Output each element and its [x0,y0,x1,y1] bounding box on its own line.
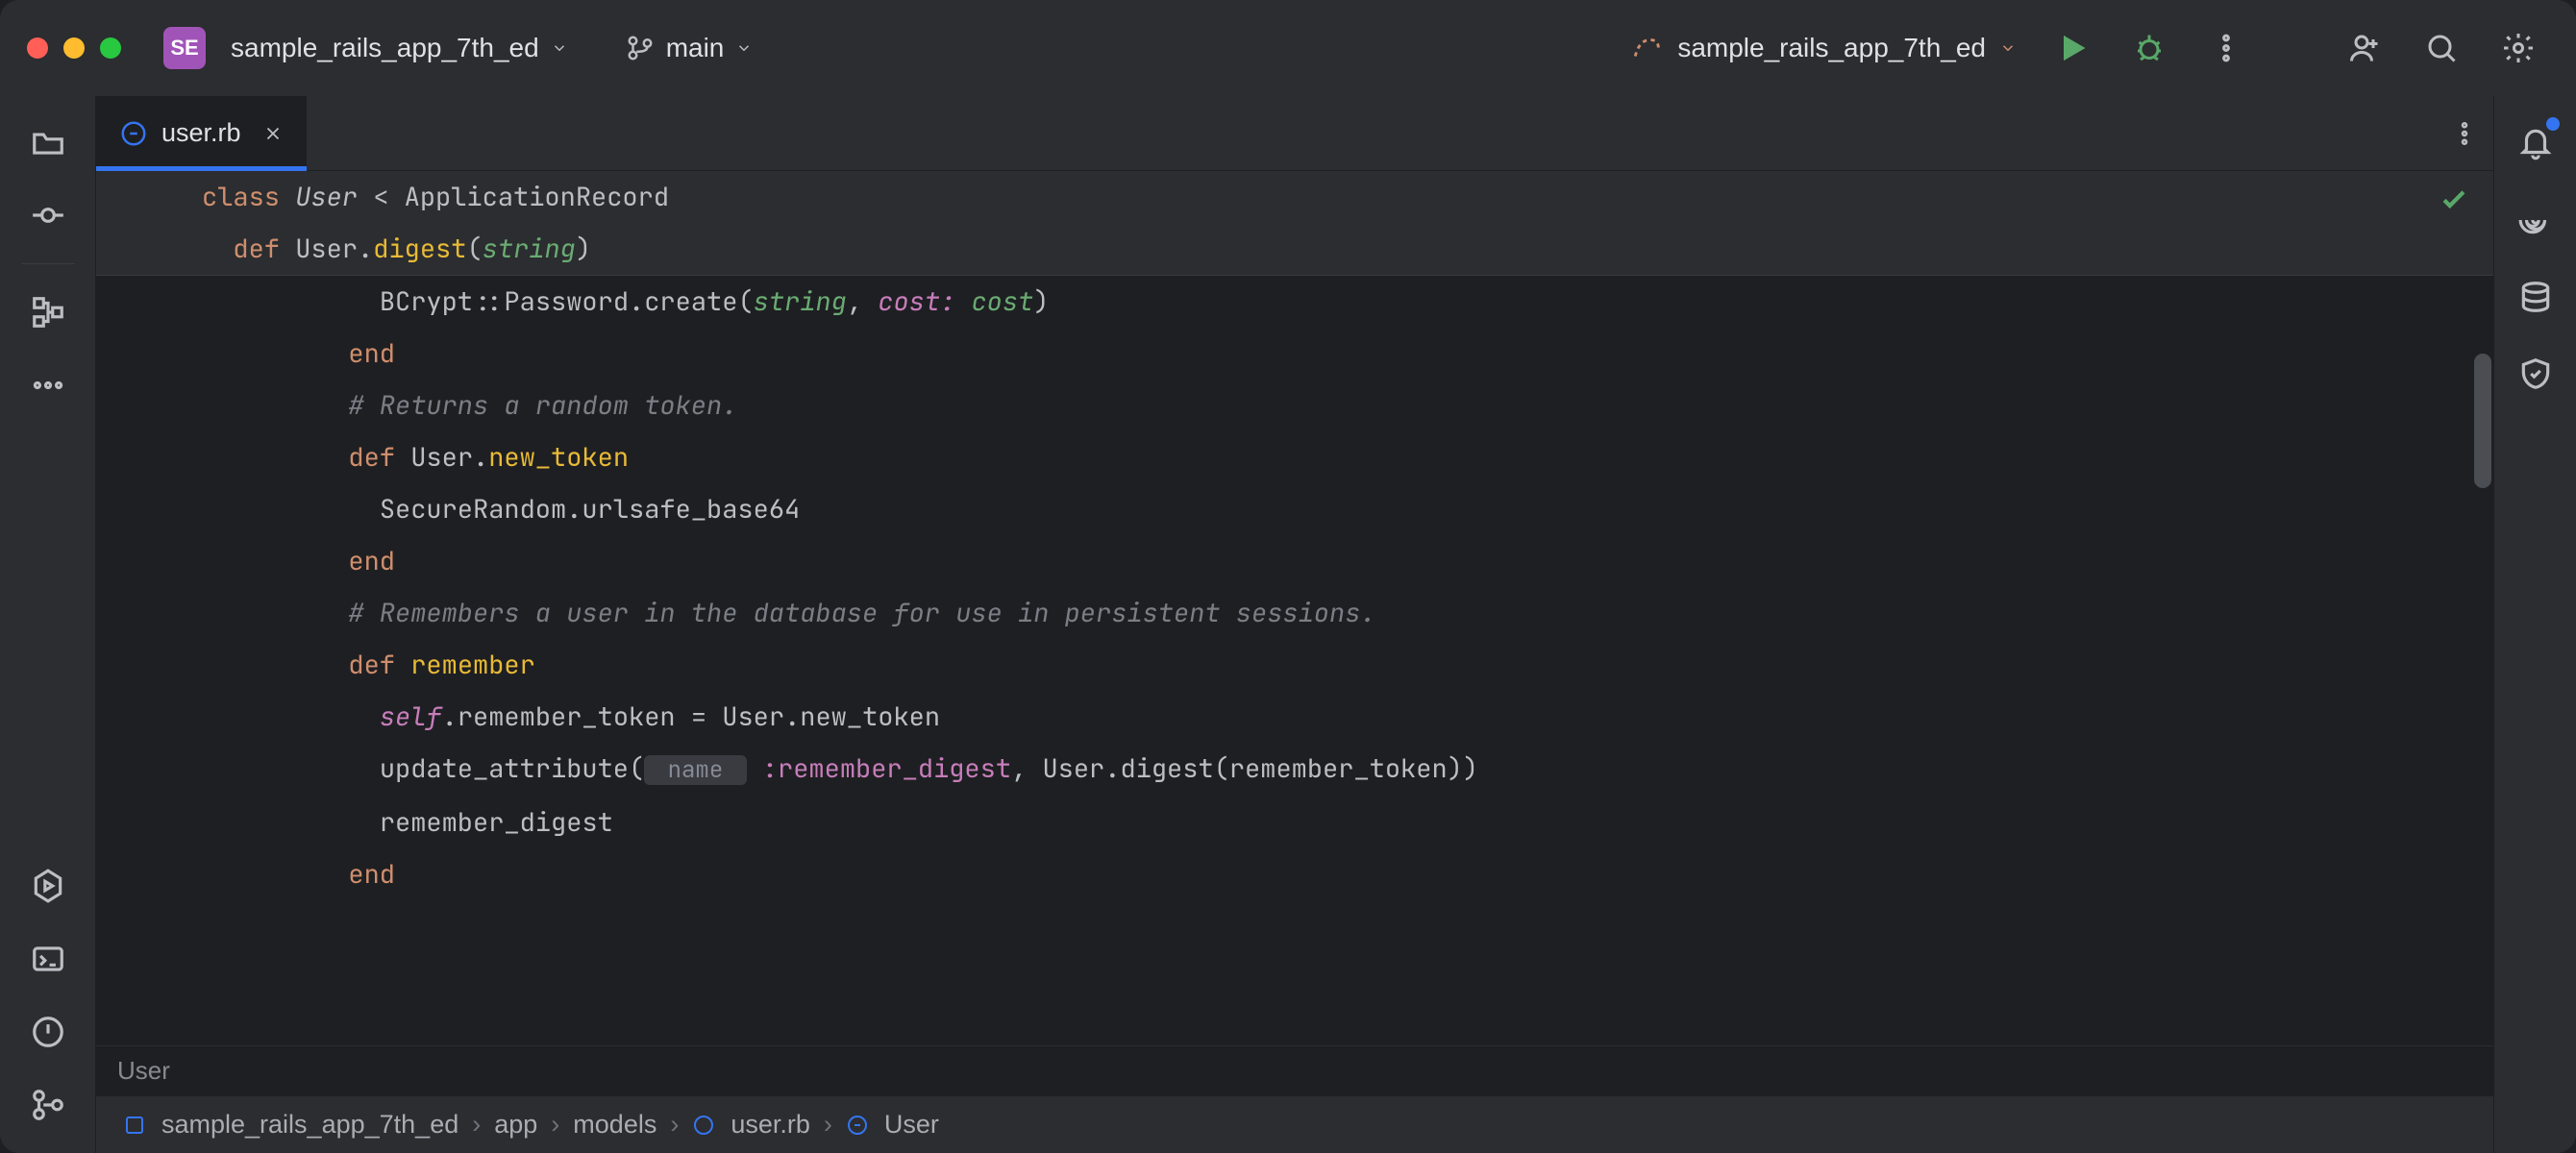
code-line[interactable]: end [211,848,2493,900]
folder-icon [30,124,66,160]
problems-tool-button[interactable] [13,997,83,1067]
close-icon[interactable] [262,123,284,144]
tab-label: user.rb [161,118,241,148]
close-window-button[interactable] [27,37,48,59]
class-icon [846,1113,871,1138]
project-badge: SE [163,27,206,69]
tab-user-rb[interactable]: user.rb [96,96,307,170]
nav-breadcrumb: sample_rails_app_7th_ed › app › models ›… [96,1095,2493,1153]
notifications-button[interactable] [2506,113,2565,173]
rails-icon [1631,32,1664,64]
git-tool-button[interactable] [13,1070,83,1140]
inlay-hint: name [644,755,746,785]
right-tool-strip [2493,96,2576,1153]
run-config-label: sample_rails_app_7th_ed [1677,33,1986,63]
crumb-item[interactable]: user.rb [731,1110,810,1140]
bell-icon [2517,125,2554,161]
code-line[interactable]: def User.new_token [211,431,2493,483]
module-icon [123,1113,148,1138]
minimize-window-button[interactable] [63,37,85,59]
code-line[interactable]: end [211,535,2493,587]
tab-options-button[interactable] [2436,96,2493,170]
crumb-item[interactable]: sample_rails_app_7th_ed [161,1110,458,1140]
debug-button[interactable] [2118,17,2180,79]
kebab-icon [2450,119,2479,148]
search-everywhere-button[interactable] [2411,17,2472,79]
code-line[interactable]: update_attribute( name :remember_digest,… [211,743,2493,797]
run-config-selector[interactable]: sample_rails_app_7th_ed [1622,26,2026,70]
terminal-tool-button[interactable] [13,924,83,994]
code-with-me-button[interactable] [2334,17,2395,79]
chevron-down-icon [551,39,568,57]
project-name-label: sample_rails_app_7th_ed [231,33,539,63]
spiral-icon [2517,202,2554,238]
git-branch-selector[interactable]: main [616,27,763,69]
project-tool-button[interactable] [13,108,83,177]
chevron-right-icon: › [824,1110,832,1140]
more-actions-button[interactable] [2195,17,2257,79]
structure-icon [30,294,66,331]
chevron-down-icon [735,39,753,57]
code-line[interactable]: # Remembers a user in the database for u… [211,587,2493,639]
ruby-file-icon [692,1113,717,1138]
services-tool-button[interactable] [13,851,83,920]
code-line[interactable]: self.remember_token = User.new_token [211,691,2493,743]
branch-label: main [666,33,725,63]
code-line[interactable]: remember_digest [211,797,2493,848]
warning-icon [30,1014,66,1050]
chevron-right-icon: › [551,1110,559,1140]
code-line[interactable]: class User < ApplicationRecord [96,171,2493,223]
code-line[interactable]: def User.digest(string) [96,223,2493,275]
titlebar: SE sample_rails_app_7th_ed main sample_r… [0,0,2576,96]
chevron-right-icon: › [670,1110,679,1140]
code-line[interactable]: end [211,328,2493,380]
security-button[interactable] [2506,344,2565,404]
run-button[interactable] [2042,17,2103,79]
editor[interactable]: class User < ApplicationRecord def User.… [96,171,2493,1045]
structure-tool-button[interactable] [13,278,83,347]
left-tool-strip [0,96,96,1153]
chevron-down-icon [1999,39,2017,57]
checkmark-icon [2438,183,2470,215]
code-line[interactable]: def remember [211,639,2493,691]
ellipsis-icon [30,367,66,404]
ruby-file-icon [119,119,148,148]
code-line[interactable]: BCrypt::Password.create(string, cost: co… [211,276,2493,328]
notification-dot [2546,117,2560,131]
crumb-item[interactable]: User [884,1110,939,1140]
code-line[interactable]: SecureRandom.urlsafe_base64 [211,483,2493,535]
maximize-window-button[interactable] [100,37,121,59]
git-icon [30,1087,66,1123]
settings-button[interactable] [2488,17,2549,79]
database-tool-button[interactable] [2506,267,2565,327]
branch-icon [626,34,655,62]
editor-scrollbar[interactable] [2470,171,2493,1045]
hexagon-play-icon [30,868,66,904]
inspection-status[interactable] [2438,183,2470,220]
scrollbar-thumb[interactable] [2474,354,2491,488]
window-controls [27,37,121,59]
crumb-item[interactable]: app [494,1110,537,1140]
commit-icon [30,197,66,233]
editor-tabs: user.rb [96,96,2493,171]
shield-icon [2517,356,2554,392]
project-selector[interactable]: sample_rails_app_7th_ed [221,27,578,69]
editor-breadcrumb-label: User [117,1056,170,1086]
commit-tool-button[interactable] [13,181,83,250]
ai-assistant-button[interactable] [2506,190,2565,250]
chevron-right-icon: › [472,1110,481,1140]
terminal-icon [30,941,66,977]
editor-breadcrumb[interactable]: User [96,1045,2493,1095]
crumb-item[interactable]: models [573,1110,656,1140]
more-tools-button[interactable] [13,351,83,420]
database-icon [2517,279,2554,315]
code-line[interactable]: # Returns a random token. [211,380,2493,431]
